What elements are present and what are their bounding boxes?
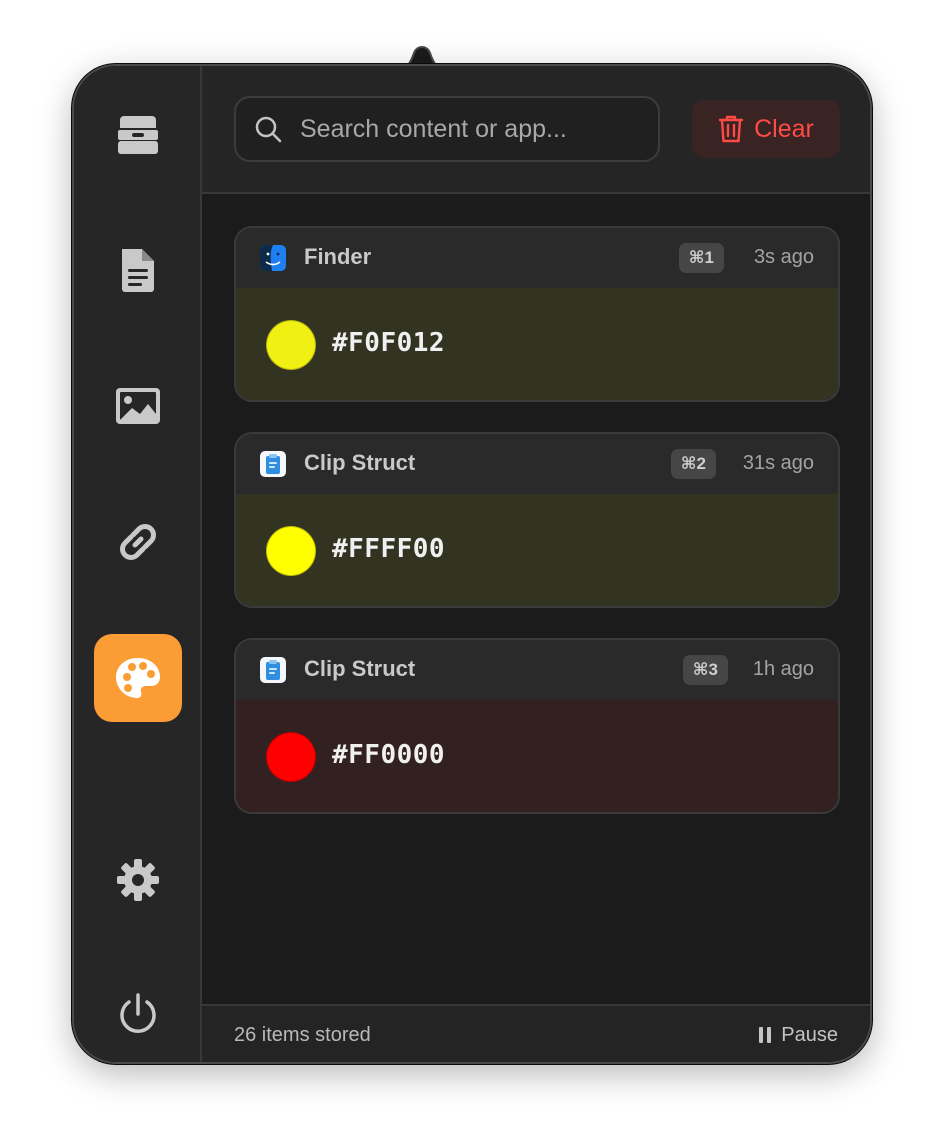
clip-card-header: Finder ⌘1 3s ago xyxy=(236,228,838,288)
tray-icon xyxy=(118,116,158,154)
trash-icon xyxy=(718,115,744,143)
clear-label: Clear xyxy=(754,114,814,143)
clip-card[interactable]: Clip Struct ⌘2 31s ago #FFFF00 xyxy=(234,432,840,608)
clip-card-body: #F0F012 xyxy=(236,288,838,400)
shortcut-badge: ⌘2 xyxy=(670,449,716,479)
image-icon xyxy=(116,388,160,424)
clip-card-body: #FF0000 xyxy=(236,700,838,812)
power-icon xyxy=(120,993,156,1033)
pause-button[interactable]: Pause xyxy=(758,1020,838,1050)
color-swatch xyxy=(266,526,316,576)
sidebar-item-colors[interactable] xyxy=(94,634,182,722)
color-hex: #FFFF00 xyxy=(332,534,446,564)
palette-icon xyxy=(116,658,160,698)
search-icon xyxy=(255,116,282,143)
clip-card-body: #FFFF00 xyxy=(236,494,838,606)
timestamp: 1h ago xyxy=(752,658,814,680)
timestamp: 3s ago xyxy=(753,246,814,268)
stage: Clear Finder ⌘1 3s ago xyxy=(0,0,944,1144)
sidebar-item-links[interactable] xyxy=(94,498,182,586)
clipboard-icon xyxy=(260,451,286,477)
color-hex: #F0F012 xyxy=(332,328,446,358)
color-hex: #FF0000 xyxy=(332,740,446,770)
clipboard-popover: Clear Finder ⌘1 3s ago xyxy=(72,64,872,1064)
footer: 26 items stored Pause xyxy=(202,1004,870,1062)
app-name: Clip Struct xyxy=(304,450,416,475)
pause-icon xyxy=(759,1027,772,1043)
header: Clear xyxy=(202,66,870,194)
clip-card-header: Clip Struct ⌘2 31s ago xyxy=(236,434,838,494)
clear-button[interactable]: Clear xyxy=(692,100,840,158)
shortcut-badge: ⌘1 xyxy=(678,243,724,273)
quit-button[interactable] xyxy=(94,970,182,1058)
color-swatch xyxy=(266,732,316,782)
document-icon xyxy=(122,249,154,292)
sidebar-item-all[interactable] xyxy=(94,90,182,178)
finder-icon xyxy=(260,245,286,271)
sidebar-item-text[interactable] xyxy=(94,226,182,314)
search-input[interactable] xyxy=(300,98,658,160)
color-swatch xyxy=(266,320,316,370)
link-icon xyxy=(120,524,156,560)
clip-card-header: Clip Struct ⌘3 1h ago xyxy=(236,640,838,700)
app-name: Clip Struct xyxy=(304,656,416,681)
app-name: Finder xyxy=(304,244,372,269)
sidebar xyxy=(74,66,202,1062)
items-count: 26 items stored xyxy=(234,1024,371,1046)
clipboard-icon xyxy=(260,657,286,683)
gear-icon xyxy=(117,859,159,901)
timestamp: 31s ago xyxy=(742,452,814,474)
pause-label: Pause xyxy=(781,1023,838,1046)
clip-card[interactable]: Finder ⌘1 3s ago #F0F012 xyxy=(234,226,840,402)
clip-card[interactable]: Clip Struct ⌘3 1h ago #FF0000 xyxy=(234,638,840,814)
search-box[interactable] xyxy=(234,96,660,162)
shortcut-badge: ⌘3 xyxy=(682,655,728,685)
sidebar-item-images[interactable] xyxy=(94,362,182,450)
settings-button[interactable] xyxy=(94,836,182,924)
